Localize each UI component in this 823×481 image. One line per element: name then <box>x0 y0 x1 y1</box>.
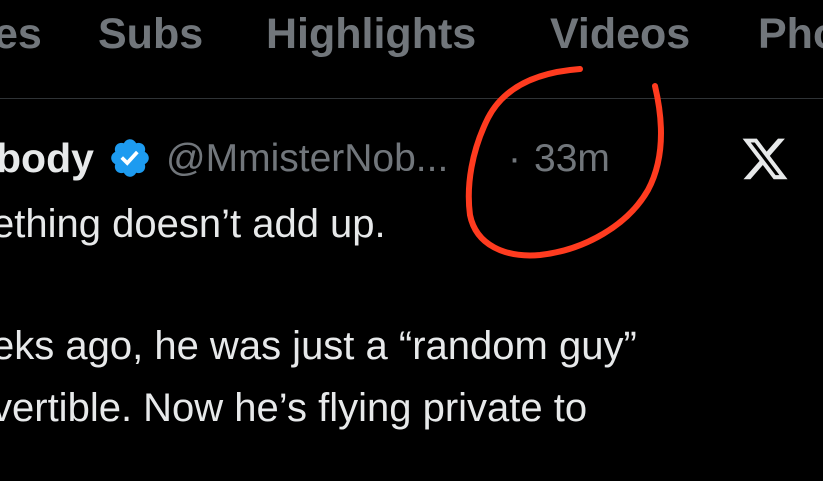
header-separator: · <box>508 137 521 180</box>
tab-highlights[interactable]: Highlights <box>266 8 476 60</box>
profile-tabs: es Subs Highlights Videos Pho <box>0 0 823 70</box>
verified-badge-icon <box>111 139 149 177</box>
tab-photos[interactable]: Pho <box>758 8 823 60</box>
x-logo-icon <box>742 138 788 180</box>
tweet-text-line-1: ething doesn’t add up. <box>0 202 386 246</box>
tabs-divider <box>0 98 823 99</box>
author-handle[interactable]: @MmisterNob... <box>166 135 500 183</box>
author-display-name[interactable]: body <box>0 134 94 182</box>
tab-videos[interactable]: Videos <box>550 8 690 60</box>
tab-subs[interactable]: Subs <box>98 8 203 60</box>
tweet-text-line-3: eks ago, he was just a “random guy” <box>0 324 637 368</box>
tab-replies[interactable]: es <box>0 8 42 60</box>
tweet-text-line-4: vertible. Now he’s flying private to <box>0 386 588 430</box>
tweet-timestamp[interactable]: 33m <box>534 135 610 183</box>
